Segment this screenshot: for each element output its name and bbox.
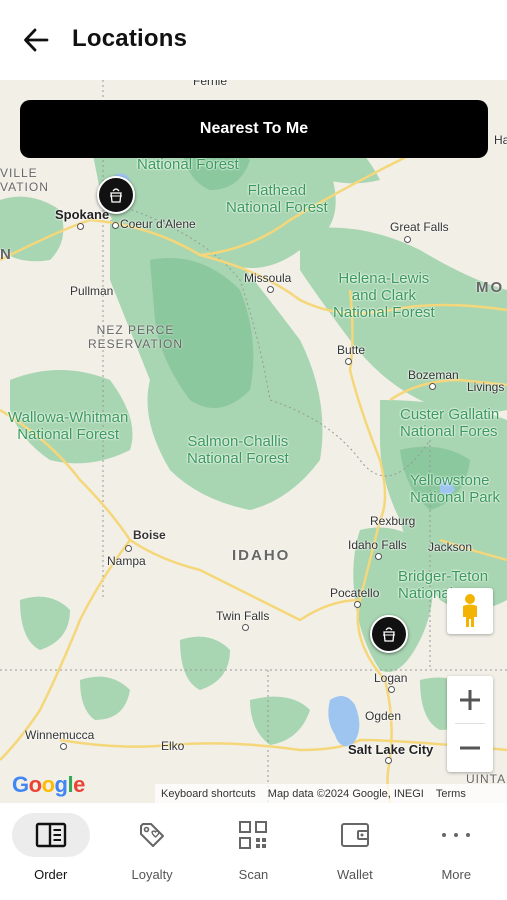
keyboard-shortcuts-link[interactable]: Keyboard shortcuts: [155, 788, 262, 800]
city-label-great-falls: Great Falls: [390, 220, 449, 234]
forest-label-yellowstone-text: Yellowstone National Park: [410, 472, 501, 506]
city-label-nampa: Nampa: [107, 554, 146, 568]
city-dot-salt-lake-city: [385, 757, 392, 764]
arrow-left-icon: [24, 28, 49, 52]
street-view-pegman-button[interactable]: [447, 588, 493, 634]
city-label-rexburg: Rexburg: [370, 514, 416, 528]
city-dot-pocatello: [354, 601, 361, 608]
store-marker-north[interactable]: [97, 176, 135, 214]
forest-label-wallowa-text: Wallowa-Whitman National Forest: [8, 409, 129, 443]
city-label-bozeman: Bozeman: [408, 368, 459, 382]
state-label-ville-text: VILLE VATION: [0, 166, 49, 194]
city-label-twin-falls: Twin Falls: [216, 609, 270, 623]
city-dot-twin-falls: [242, 624, 249, 631]
wallet-icon: [337, 817, 373, 853]
city-label-logan: Logan: [374, 671, 408, 685]
state-label-idaho: IDAHO: [232, 547, 291, 564]
forest-label-custer-text: Custer Gallatin National Fores: [400, 406, 500, 440]
loyalty-tag-icon: [134, 817, 170, 853]
nav-item-loyalty[interactable]: Loyalty: [101, 803, 202, 900]
nearest-to-me-button[interactable]: Nearest To Me: [20, 100, 488, 158]
app-header: Locations: [0, 0, 507, 80]
city-label-pullman: Pullman: [70, 284, 114, 298]
map-view[interactable]: National Forest Flathead National Forest…: [0, 80, 507, 803]
city-label-livingston: Livings: [467, 380, 505, 394]
city-dot-butte: [345, 358, 352, 365]
city-dot-spokane: [77, 223, 84, 230]
state-label-montana: MO: [476, 279, 505, 296]
plus-icon: [460, 690, 480, 710]
city-dot-bozeman: [429, 383, 436, 390]
city-label-salt-lake-city: Salt Lake City: [348, 742, 434, 757]
minus-icon: [460, 746, 480, 750]
city-dot-great-falls: [404, 236, 411, 243]
store-logo-icon: [383, 627, 395, 642]
map-data-text: Map data ©2024 Google, INEGI: [267, 787, 424, 800]
city-label-butte: Butte: [337, 343, 366, 357]
forest-label-flathead: Flathead National Forest: [226, 182, 328, 216]
page-title: Locations: [72, 25, 188, 52]
more-dots-icon: [438, 817, 474, 853]
bottom-navigation: Order Loyalty Scan Wallet More: [0, 803, 507, 900]
nav-label-more: More: [441, 867, 472, 882]
forest-label-national: National Forest: [137, 156, 239, 173]
city-label-missoula: Missoula: [244, 271, 292, 285]
qr-scan-icon: [235, 817, 271, 853]
back-button[interactable]: [18, 22, 54, 58]
city-label-elko: Elko: [161, 739, 185, 753]
city-dot-winnemucca: [60, 743, 67, 750]
reservation-label: NEZ PERCE RESERVATION: [88, 323, 183, 351]
nav-label-wallet: Wallet: [337, 867, 373, 882]
nav-item-scan[interactable]: Scan: [203, 803, 304, 900]
nav-item-wallet[interactable]: Wallet: [304, 803, 405, 900]
pegman-icon: [463, 594, 477, 627]
nav-label-loyalty: Loyalty: [131, 867, 173, 882]
city-dot-idaho-falls: [375, 553, 382, 560]
city-label-winnemucca: Winnemucca: [25, 728, 95, 742]
forest-label-wallowa: Wallowa-Whitman National Forest: [8, 409, 128, 443]
nav-label-order: Order: [34, 867, 68, 882]
forest-label-flathead-text: Flathead National Forest: [226, 182, 328, 216]
city-label-jackson: Jackson: [428, 540, 473, 554]
nav-item-order[interactable]: Order: [0, 803, 101, 900]
zoom-controls: [447, 676, 493, 772]
city-label-ha: Ha: [494, 133, 507, 147]
terms-link[interactable]: Terms: [430, 788, 472, 800]
city-dot-logan: [388, 686, 395, 693]
nav-label-scan: Scan: [238, 867, 269, 882]
city-label-spokane: Spokane: [55, 207, 110, 222]
forest-label-helena-text: Helena-Lewis and Clark National Forest: [333, 270, 435, 321]
city-dot-coeur-dalene: [112, 222, 119, 229]
zoom-out-button[interactable]: [447, 724, 493, 772]
city-label-boise: Boise: [133, 528, 166, 542]
city-label-pocatello: Pocatello: [330, 586, 380, 600]
store-marker-south[interactable]: [370, 615, 408, 653]
city-label-ogden: Ogden: [365, 709, 402, 723]
nav-item-more[interactable]: More: [406, 803, 507, 900]
state-label-partial-n: N: [0, 246, 13, 263]
forest-label-salmon: Salmon-Challis National Forest: [187, 433, 289, 467]
store-logo-icon: [110, 188, 122, 203]
google-logo: Google: [12, 772, 85, 797]
zoom-divider: [455, 723, 485, 724]
city-label-coeur-dalene: Coeur d'Alene: [120, 217, 196, 231]
city-label-idaho-falls: Idaho Falls: [348, 538, 407, 552]
order-book-icon: [33, 817, 69, 853]
forest-label-yellowstone: Yellowstone National Park: [410, 472, 500, 506]
map-attribution: Keyboard shortcuts Map data ©2024 Google…: [155, 784, 507, 803]
forest-label-custer: Custer Gallatin National Fores: [400, 406, 499, 440]
reservation-label-text: NEZ PERCE RESERVATION: [88, 323, 184, 351]
forest-label-salmon-text: Salmon-Challis National Forest: [187, 433, 289, 467]
forest-label-helena: Helena-Lewis and Clark National Forest: [333, 270, 435, 321]
city-dot-boise: [125, 545, 132, 552]
city-label-fernie: Fernie: [193, 80, 228, 88]
zoom-in-button[interactable]: [447, 676, 493, 724]
state-label-ville: VILLE VATION: [0, 166, 49, 194]
city-dot-missoula: [267, 286, 274, 293]
